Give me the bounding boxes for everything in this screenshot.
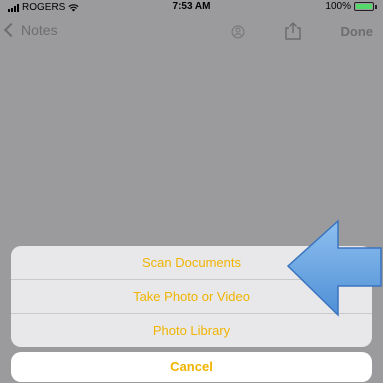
carrier-name: ROGERS: [22, 2, 66, 13]
share-up-icon[interactable]: [283, 21, 303, 41]
battery-tip: [375, 4, 377, 9]
wifi-icon: [68, 3, 79, 12]
done-button[interactable]: Done: [341, 24, 374, 39]
share-person-icon[interactable]: [228, 23, 248, 39]
navigation-bar: Notes Done: [0, 16, 383, 46]
clock: 7:53 AM: [172, 1, 211, 12]
left-arrow-annotation-icon: [286, 219, 382, 317]
back-label: Notes: [21, 22, 58, 38]
status-bar: ROGERS 7:53 AM 100%: [0, 0, 383, 14]
battery-icon: [354, 2, 374, 11]
chevron-left-icon: [3, 22, 19, 38]
battery-area: 100%: [325, 1, 377, 12]
signal-icon: [8, 3, 19, 12]
carrier-area: ROGERS: [8, 2, 79, 13]
back-button[interactable]: Notes: [3, 22, 58, 38]
battery-percent: 100%: [325, 1, 351, 12]
cancel-button[interactable]: Cancel: [11, 352, 372, 382]
